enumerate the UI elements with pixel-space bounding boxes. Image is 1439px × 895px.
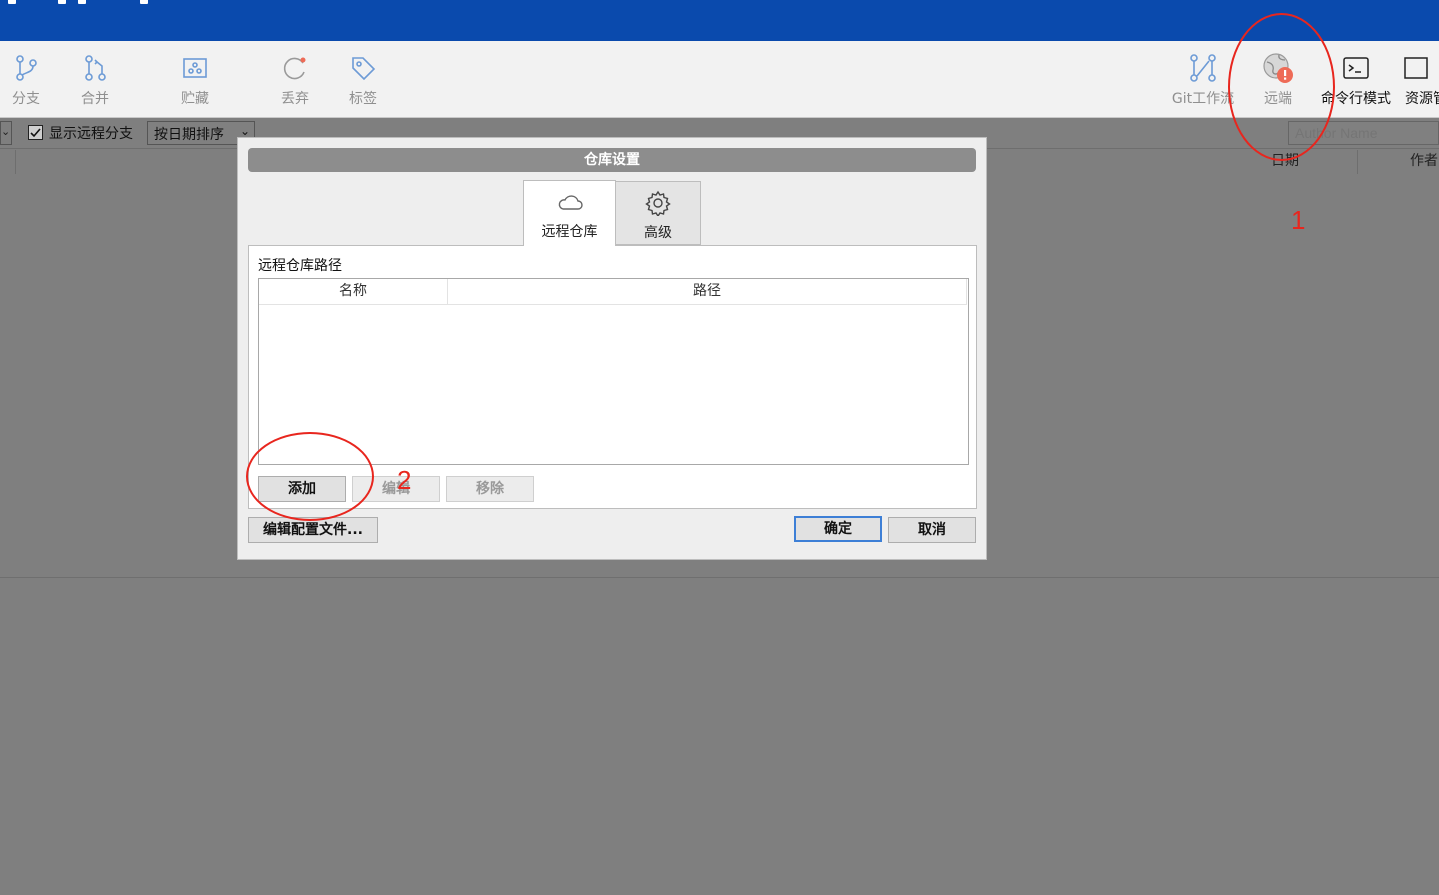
cloud-icon [557, 189, 583, 215]
git-flow-icon [1186, 51, 1220, 85]
explorer-icon [1403, 51, 1437, 85]
tag-button[interactable]: 标签 [341, 41, 385, 118]
show-remote-branches-checkbox[interactable] [28, 125, 43, 140]
discard-label: 丢弃 [281, 91, 309, 107]
cancel-button[interactable]: 取消 [888, 517, 976, 543]
gear-icon [645, 190, 671, 216]
pane-divider [0, 577, 1439, 578]
title-bar [0, 0, 1439, 41]
ok-button[interactable]: 确定 [794, 516, 882, 542]
remote-paths-heading: 远程仓库路径 [258, 258, 342, 274]
column-author-label: 作者 [1410, 153, 1438, 169]
title-text-fragment [8, 0, 16, 4]
tab-remotes[interactable]: 远程仓库 [523, 180, 616, 246]
show-remote-branches-label: 显示远程分支 [49, 126, 133, 142]
annotation-circle-add [246, 432, 374, 521]
stash-label: 贮藏 [181, 91, 209, 107]
column-header-path[interactable]: 路径 [448, 279, 967, 305]
tag-icon [346, 51, 380, 85]
explorer-button[interactable]: 资源管 [1403, 41, 1439, 118]
remotes-table[interactable]: 名称 路径 [258, 278, 969, 465]
tab-advanced-label: 高级 [644, 225, 672, 241]
terminal-icon [1339, 51, 1373, 85]
title-text-fragment [78, 0, 86, 4]
column-header-left [0, 150, 16, 174]
column-header-name[interactable]: 名称 [259, 279, 448, 305]
dialog-title: 仓库设置 [248, 148, 976, 172]
git-flow-label: Git工作流 [1171, 91, 1235, 107]
explorer-label: 资源管 [1405, 91, 1439, 107]
main-toolbar: 分支 合并 贮藏 丢弃 标签 Git工作流 远端 命令行模式 资源 [0, 41, 1439, 118]
sort-select-value: 按日期排序 [154, 127, 224, 143]
check-icon [30, 128, 41, 138]
annotation-circle-remote [1228, 13, 1335, 161]
discard-icon [278, 51, 312, 85]
chevron-down-icon: ⌄ [239, 124, 250, 138]
branch-icon [9, 51, 43, 85]
tab-advanced[interactable]: 高级 [615, 181, 701, 245]
left-dropdown[interactable]: ⌄ [0, 121, 12, 145]
stash-icon [178, 51, 212, 85]
tag-label: 标签 [349, 91, 377, 107]
discard-button[interactable]: 丢弃 [273, 41, 317, 118]
title-text-fragment [140, 0, 148, 4]
merge-button[interactable]: 合并 [73, 41, 117, 118]
annotation-number-1: 1 [1291, 205, 1306, 235]
merge-label: 合并 [81, 91, 109, 107]
annotation-number-2: 2 [397, 465, 412, 495]
branch-label: 分支 [12, 91, 40, 107]
title-text-fragment [58, 0, 66, 4]
branch-button[interactable]: 分支 [4, 41, 48, 118]
stash-button[interactable]: 贮藏 [173, 41, 217, 118]
merge-icon [78, 51, 112, 85]
column-header-author[interactable]: 作者 [1358, 150, 1439, 174]
tab-remotes-label: 远程仓库 [541, 224, 598, 240]
remove-remote-button[interactable]: 移除 [446, 476, 534, 502]
